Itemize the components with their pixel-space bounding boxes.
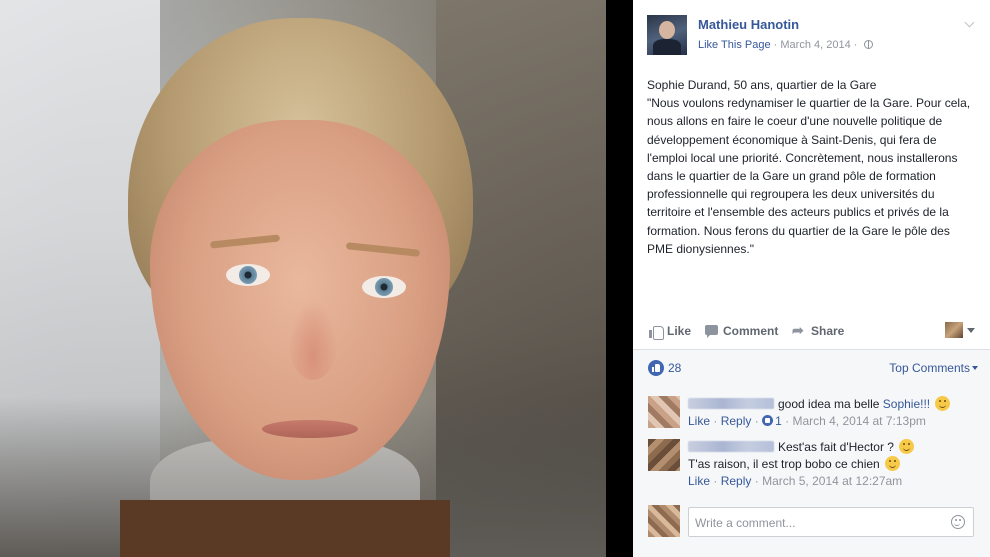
commenter-name-redacted[interactable] (688, 441, 774, 452)
photo-eye-left (226, 264, 270, 286)
globe-icon (863, 40, 873, 49)
viewer-divider (606, 0, 633, 557)
caret-down-icon[interactable] (967, 328, 975, 333)
post-body: Sophie Durand, 50 ans, quartier de la Ga… (647, 78, 971, 256)
reaction-summary[interactable]: 28 (648, 360, 681, 376)
comment-reply-link[interactable]: Reply (721, 414, 752, 428)
like-badge-icon (762, 415, 774, 426)
meta-separator: · (853, 39, 861, 51)
share-label: Share (811, 324, 845, 338)
thumbs-up-icon (649, 325, 664, 340)
comment-reply-link[interactable]: Reply (721, 474, 752, 488)
comment-text: good idea ma belle (778, 397, 880, 411)
comment-meta: Like · Reply · 1 · March 4, 2014 at 7:13… (688, 413, 978, 430)
post-header: Mathieu Hanotin Like This Page · March 4… (647, 15, 977, 60)
commenter-avatar[interactable] (648, 396, 680, 428)
post-meta: Like This Page · March 4, 2014 · (698, 39, 873, 51)
like-page-link[interactable]: Like This Page (698, 39, 771, 51)
viewer-avatar[interactable] (945, 322, 963, 338)
chevron-down-icon[interactable] (965, 19, 975, 29)
commenter-name-redacted[interactable] (688, 398, 774, 409)
comment-body: good idea ma belle Sophie!!! Like · Repl… (688, 396, 978, 430)
comments-section: 28 Top Comments good idea ma belle Sophi… (633, 349, 990, 557)
comment-like-link[interactable]: Like (688, 414, 710, 428)
reaction-count[interactable]: 28 (668, 361, 681, 375)
comment-like-link[interactable]: Like (688, 474, 710, 488)
post-photo[interactable] (0, 0, 606, 557)
commenter-avatar[interactable] (648, 439, 680, 471)
post-text: Sophie Durand, 50 ans, quartier de la Ga… (647, 76, 977, 258)
comment-text-line: good idea ma belle Sophie!!! (688, 396, 978, 413)
like-badge-icon (648, 360, 664, 376)
photo-mouth (262, 420, 358, 438)
laughing-emoji-icon (885, 456, 901, 471)
photo-eye-right (362, 276, 406, 298)
current-user-avatar (648, 505, 680, 537)
comment-input-placeholder: Write a comment... (695, 516, 796, 530)
meta-separator: · (713, 474, 721, 488)
smiley-emoji-icon (899, 439, 915, 454)
post-date[interactable]: March 4, 2014 (780, 39, 850, 51)
photo-coat (120, 500, 450, 557)
speech-bubble-icon (705, 324, 718, 338)
post-actions: Like Comment Share (647, 318, 977, 348)
like-button[interactable]: Like (649, 324, 692, 340)
smiley-emoji-icon (935, 396, 951, 411)
emoji-picker-icon[interactable] (951, 515, 965, 529)
photo-viewer (0, 0, 633, 557)
caret-down-icon (972, 366, 978, 370)
author-avatar[interactable] (647, 15, 687, 55)
comment-sort-label: Top Comments (889, 361, 970, 375)
comment-composer: Write a comment... (648, 505, 978, 539)
comment-text: Kest'as fait d'Hector ? (778, 440, 894, 454)
comment-like-count[interactable]: 1 (775, 414, 782, 428)
comment-input[interactable]: Write a comment... (688, 507, 974, 537)
share-button[interactable]: Share (792, 322, 845, 339)
photo-nose (288, 300, 338, 380)
share-arrow-icon (792, 322, 806, 339)
comment-body: Kest'as fait d'Hector ? T'as raison, il … (688, 439, 978, 490)
author-name[interactable]: Mathieu Hanotin (698, 17, 799, 32)
comment-meta: Like · Reply · March 5, 2014 at 12:27am (688, 473, 978, 490)
comment-text: T'as raison, il est trop bobo ce chien (688, 457, 880, 471)
comment-date[interactable]: March 4, 2014 at 7:13pm (792, 414, 925, 428)
comment-text-line: Kest'as fait d'Hector ? (688, 439, 978, 456)
post-panel: Mathieu Hanotin Like This Page · March 4… (633, 0, 990, 557)
comment-text-line: T'as raison, il est trop bobo ce chien (688, 456, 978, 473)
meta-separator: · (713, 414, 721, 428)
comment-mention[interactable]: Sophie!!! (883, 397, 930, 411)
like-label: Like (667, 324, 692, 338)
comment-label: Comment (723, 324, 779, 338)
meta-separator: · (754, 414, 763, 428)
comment-sort-dropdown[interactable]: Top Comments (889, 361, 978, 375)
comment-date[interactable]: March 5, 2014 at 12:27am (762, 474, 902, 488)
meta-separator: · (754, 474, 763, 488)
